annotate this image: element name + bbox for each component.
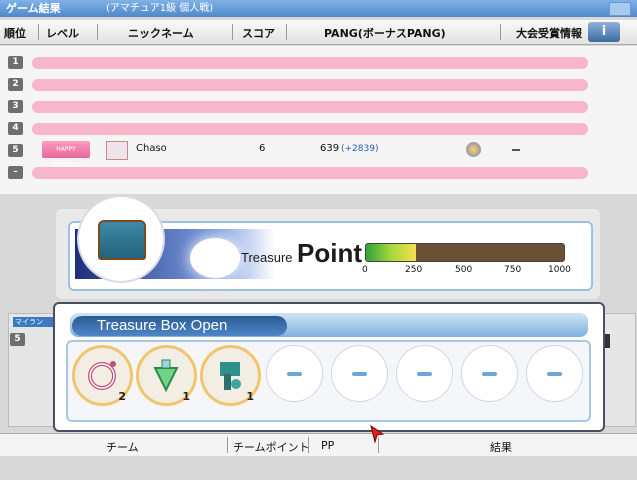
item-count: 1 bbox=[182, 390, 190, 403]
window-titlebar: ゲーム結果 (アマチュア1級 個人戦) bbox=[0, 0, 637, 17]
header-divider bbox=[286, 24, 287, 40]
treasure-label-small: Treasure bbox=[241, 250, 293, 265]
footer-result: 結果 bbox=[490, 441, 512, 454]
results-table: 1 2 3 4 5 HAPPY BIRTHDAY Chaso 6 639 (+2… bbox=[0, 46, 637, 194]
rank-badge: – bbox=[8, 166, 23, 179]
footer-divider bbox=[227, 437, 228, 453]
chest-bubble bbox=[77, 195, 165, 283]
rank-badge: 1 bbox=[8, 56, 23, 69]
level-badge: HAPPY BIRTHDAY bbox=[42, 141, 90, 170]
footer-divider bbox=[308, 437, 309, 453]
rank-badge: 4 bbox=[8, 122, 23, 135]
redacted-row bbox=[32, 167, 588, 179]
club-icon bbox=[220, 362, 241, 390]
table-row: 5 HAPPY BIRTHDAY Chaso 6 639 (+2839) bbox=[0, 139, 637, 170]
empty-slot-icon bbox=[287, 372, 302, 376]
dash-icon bbox=[512, 149, 520, 151]
table-row: 4 bbox=[0, 117, 637, 139]
empty-slot bbox=[266, 345, 323, 402]
player-bonus-pang: (+2839) bbox=[341, 144, 379, 154]
empty-slot-icon bbox=[352, 372, 367, 376]
table-row: 3 bbox=[0, 95, 637, 117]
gauge-tick-label: 250 bbox=[405, 265, 423, 275]
footer-bar: チーム チームポイント PP 結果 bbox=[0, 433, 637, 456]
gauge-tick-label: 500 bbox=[455, 265, 473, 275]
gauge-tick-label: 750 bbox=[504, 265, 522, 275]
treasure-point-gauge bbox=[365, 243, 565, 262]
table-row: 2 bbox=[0, 73, 637, 95]
redacted-row bbox=[32, 123, 588, 135]
results-header: 順位 レベル ニックネーム スコア PANG(ボーナスPANG) 大会受賞情報 bbox=[0, 20, 637, 45]
footer-team-point: チームポイント bbox=[233, 441, 310, 454]
header-level: レベル bbox=[46, 27, 79, 40]
treasure-point-gauge-fill bbox=[366, 244, 416, 261]
empty-slot bbox=[526, 345, 583, 402]
empty-slot-icon bbox=[482, 372, 497, 376]
ring-icon bbox=[88, 361, 116, 390]
treasure-chest-icon bbox=[98, 220, 146, 260]
rank-badge: 3 bbox=[8, 100, 23, 113]
table-row: 1 bbox=[0, 51, 637, 73]
header-tournament-info: 大会受賞情報 bbox=[516, 27, 582, 40]
empty-slot-icon bbox=[417, 372, 432, 376]
item-count: 1 bbox=[246, 390, 254, 403]
header-divider bbox=[500, 24, 501, 40]
close-button[interactable] bbox=[609, 2, 631, 16]
gauge-tick-label: 1000 bbox=[548, 265, 571, 275]
rank-badge: 2 bbox=[8, 78, 23, 91]
empty-slot-icon bbox=[547, 372, 562, 376]
reward-slot[interactable]: 1 bbox=[200, 345, 261, 406]
reward-slot[interactable]: 2 bbox=[72, 345, 133, 406]
empty-slot bbox=[331, 345, 388, 402]
empty-slot bbox=[461, 345, 518, 402]
footer-pp: PP bbox=[321, 439, 335, 452]
window-subtitle: (アマチュア1級 個人戦) bbox=[106, 3, 214, 14]
header-score: スコア bbox=[242, 27, 275, 40]
potion-icon bbox=[153, 359, 179, 393]
player-pang: 639 bbox=[320, 143, 340, 154]
reward-slot[interactable]: 1 bbox=[136, 345, 197, 406]
player-nickname: Chaso bbox=[136, 143, 167, 154]
treasure-point-label: Treasure Point bbox=[241, 238, 362, 269]
redacted-row bbox=[32, 57, 588, 69]
header-divider bbox=[97, 24, 98, 40]
treasure-box-title: Treasure Box Open bbox=[72, 316, 287, 336]
rank-badge: 5 bbox=[8, 144, 23, 157]
header-divider bbox=[232, 24, 233, 40]
treasure-label-large: Point bbox=[297, 238, 362, 268]
header-divider bbox=[38, 24, 39, 40]
header-pang: PANG(ボーナスPANG) bbox=[324, 27, 446, 40]
header-nickname: ニックネーム bbox=[128, 27, 194, 40]
player-score: 6 bbox=[259, 143, 266, 154]
header-rank: 順位 bbox=[4, 27, 26, 40]
glow-effect bbox=[190, 238, 240, 278]
table-row: – bbox=[0, 161, 637, 183]
footer-team: チーム bbox=[106, 441, 139, 454]
my-rank-badge: 5 bbox=[10, 333, 25, 346]
award-icon bbox=[466, 142, 481, 157]
item-count: 2 bbox=[118, 390, 126, 403]
empty-slot bbox=[396, 345, 453, 402]
window-title: ゲーム結果 bbox=[6, 2, 61, 15]
mouse-cursor-icon bbox=[370, 425, 384, 443]
avatar bbox=[106, 141, 128, 160]
info-button[interactable]: i bbox=[588, 22, 620, 42]
redacted-row bbox=[32, 79, 588, 91]
gauge-tick-label: 0 bbox=[362, 265, 368, 275]
redacted-row bbox=[32, 101, 588, 113]
